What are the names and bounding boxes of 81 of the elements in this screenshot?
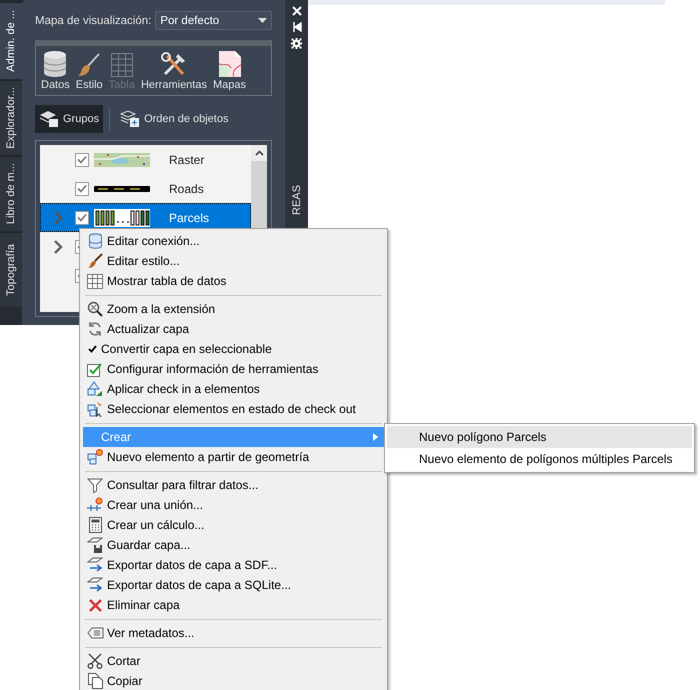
shapes-icon	[87, 381, 103, 397]
checkmark-icon	[77, 184, 87, 193]
scroll-up-icon[interactable]	[254, 150, 264, 156]
save-layer-icon	[87, 537, 103, 553]
menu-item[interactable]: Eliminar capa	[83, 595, 384, 615]
palette-tab[interactable]: Admin. de ...	[0, 2, 22, 79]
raster-thumbnail	[94, 152, 150, 166]
brush-icon	[87, 253, 103, 269]
toolbar-button[interactable]: Mapas	[210, 50, 248, 91]
menu-item[interactable]: Editar conexión...	[83, 231, 384, 251]
close-icon[interactable]	[292, 6, 302, 16]
brush-icon	[77, 52, 102, 78]
display-map-dropdown[interactable]: Por defecto	[155, 11, 272, 30]
pin-icon[interactable]	[292, 22, 302, 32]
map-document-icon	[218, 50, 242, 78]
layer-name: Parcels	[169, 210, 210, 224]
menu-item[interactable]: Editar estilo...	[83, 251, 384, 271]
menu-item[interactable]: Exportar datos de capa a SDF...	[83, 555, 384, 575]
layer-checkbox[interactable]	[75, 210, 89, 224]
funnel-icon	[87, 478, 103, 492]
menu-item[interactable]: Nuevo polígono Parcels	[387, 426, 692, 448]
menu-item[interactable]: Guardar capa...	[83, 535, 384, 555]
table-icon	[87, 274, 103, 288]
grid-icon	[110, 52, 134, 78]
layer-name: Roads	[169, 182, 204, 196]
checkmark-icon	[77, 155, 87, 164]
tools-icon	[160, 52, 187, 78]
palette-tab[interactable]: Explorador...	[0, 80, 22, 155]
layer-name: Raster	[169, 152, 204, 166]
menu-item[interactable]: Ver metadatos...	[83, 623, 384, 643]
join-icon	[87, 497, 103, 513]
menu-item[interactable]: Cortar	[83, 651, 384, 671]
field-label: Mapa de visualización:	[35, 14, 152, 26]
layer-checkbox[interactable]	[75, 152, 89, 166]
delete-icon	[88, 598, 102, 612]
menu-item[interactable]: Configurar información de herramientas	[83, 359, 384, 379]
copy-icon	[88, 673, 102, 689]
tag-icon	[86, 627, 104, 639]
palette-tab[interactable]: Libro de m...	[0, 156, 22, 231]
layer-row[interactable]: Roads	[40, 174, 251, 203]
expand-chevron-icon[interactable]	[52, 238, 62, 254]
settings-icon[interactable]	[291, 38, 302, 49]
view-button[interactable]: Orden de objetos	[116, 105, 232, 133]
scissors-icon	[87, 653, 103, 669]
layer-order-icon	[120, 110, 140, 128]
magnifier-icon	[87, 301, 103, 317]
calculator-icon	[88, 517, 102, 533]
layer-row[interactable]: Raster	[40, 145, 251, 174]
shapes-cursor-icon	[87, 401, 103, 417]
toolbar-button[interactable]: Herramientas	[138, 52, 209, 91]
view-button[interactable]: Grupos	[35, 105, 104, 133]
checkmark-icon	[77, 213, 87, 222]
menu-item[interactable]: Seleccionar elementos en estado de check out	[83, 399, 384, 419]
checkbox-icon	[87, 362, 103, 376]
export-icon	[86, 577, 104, 593]
database-icon	[42, 50, 68, 78]
menu-item[interactable]: Nuevo elemento a partir de geometría	[83, 447, 384, 467]
menu-item[interactable]: Crear un cálculo...	[83, 515, 384, 535]
toolbar-button[interactable]: Datos	[39, 50, 72, 91]
toolbar-button[interactable]: Estilo	[74, 52, 105, 91]
database-icon	[88, 233, 102, 249]
dropdown-arrow-icon	[258, 18, 267, 23]
menu-item[interactable]: Mostrar tabla de datos	[83, 271, 384, 291]
export-icon	[86, 557, 104, 573]
layer-checkbox[interactable]	[75, 182, 89, 196]
menu-item[interactable]: Crear una unión...	[83, 495, 384, 515]
menu-item[interactable]: Nuevo elemento de polígonos múltiples Parcels	[387, 448, 692, 470]
menu-item[interactable]: Actualizar capa	[83, 319, 384, 339]
shapes-star-icon	[87, 449, 103, 465]
menu-item[interactable]: Aplicar check in a elementos	[83, 379, 384, 399]
menu-item[interactable]: Consultar para filtrar datos...	[83, 475, 384, 495]
menu-item[interactable]: Copiar	[83, 671, 384, 690]
menu-item[interactable]: Convertir capa en seleccionable	[83, 339, 384, 359]
parcel-pattern-icon	[94, 208, 150, 226]
palette-tab[interactable]: Topografía	[0, 232, 22, 307]
palette-title: REAS	[290, 185, 302, 215]
submenu-arrow-icon	[373, 433, 378, 441]
menu-item[interactable]: Exportar datos de capa a SQLite...	[83, 575, 384, 595]
menu-item[interactable]: Zoom a la extensión	[83, 299, 384, 319]
layers-icon	[39, 110, 59, 128]
refresh-icon	[87, 321, 103, 337]
